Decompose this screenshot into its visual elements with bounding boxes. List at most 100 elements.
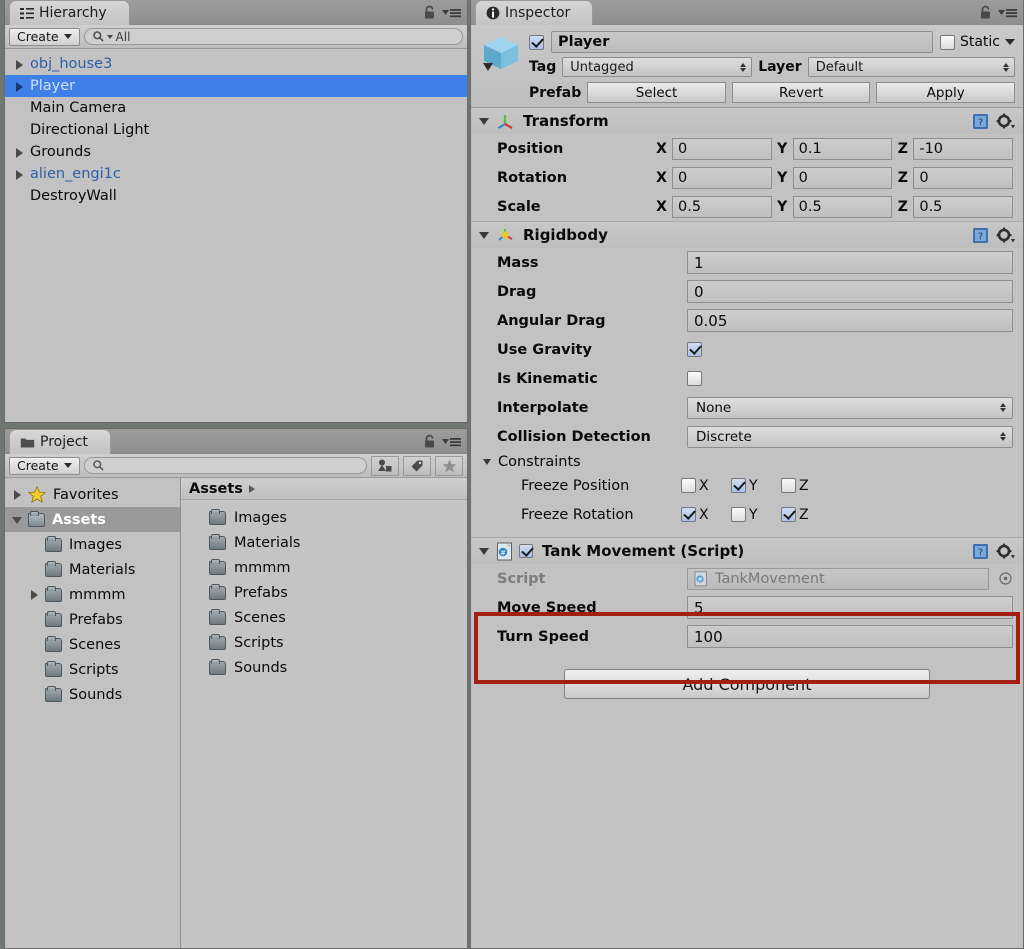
hierarchy-item[interactable]: Main Camera bbox=[5, 97, 467, 119]
foldout-icon[interactable] bbox=[483, 459, 491, 465]
foldout-icon[interactable] bbox=[479, 231, 489, 239]
freeze-rotation-z-checkbox[interactable] bbox=[781, 507, 796, 522]
rigidbody-field-dropdown[interactable]: None bbox=[687, 396, 1013, 419]
tab-project[interactable]: Project bbox=[9, 429, 111, 454]
disclosure-triangle-icon[interactable] bbox=[13, 168, 26, 181]
project-file-item[interactable]: Scenes bbox=[209, 605, 467, 630]
hierarchy-create-button[interactable]: Create bbox=[9, 27, 80, 46]
script-object-field[interactable]: # TankMovement bbox=[687, 567, 989, 590]
freeze-rotation-x-checkbox[interactable] bbox=[681, 507, 696, 522]
prefab-select-button[interactable]: Select bbox=[587, 82, 726, 103]
transform-x-input[interactable]: 0 bbox=[672, 137, 772, 160]
freeze-rotation-x[interactable]: X bbox=[681, 507, 731, 523]
hierarchy-item[interactable]: Grounds bbox=[5, 141, 467, 163]
transform-z-input[interactable]: 0 bbox=[913, 166, 1014, 189]
disclosure-triangle-icon[interactable] bbox=[11, 488, 24, 501]
freeze-position-x-checkbox[interactable] bbox=[681, 478, 696, 493]
disclosure-triangle-icon[interactable] bbox=[13, 80, 26, 93]
freeze-position-y[interactable]: Y bbox=[731, 478, 781, 494]
rigidbody-field-checkbox[interactable] bbox=[687, 342, 702, 357]
project-file-item[interactable]: Images bbox=[209, 505, 467, 530]
rigidbody-header[interactable]: Rigidbody ? bbox=[471, 222, 1023, 248]
rigidbody-field-input[interactable]: 1 bbox=[687, 251, 1013, 274]
panel-menu-icon[interactable] bbox=[998, 7, 1017, 19]
hierarchy-item[interactable]: Player bbox=[5, 75, 467, 97]
project-create-button[interactable]: Create bbox=[9, 456, 80, 475]
transform-z-input[interactable]: -10 bbox=[913, 137, 1014, 160]
gear-icon[interactable] bbox=[996, 543, 1015, 560]
filter-by-type-button[interactable] bbox=[371, 455, 399, 476]
script-field-input[interactable]: 100 bbox=[687, 625, 1013, 648]
rigidbody-field-input[interactable]: 0.05 bbox=[687, 309, 1013, 332]
transform-x-input[interactable]: 0 bbox=[672, 166, 772, 189]
filter-by-label-button[interactable] bbox=[403, 455, 431, 476]
project-tree-item[interactable]: Images bbox=[5, 532, 180, 557]
project-tree-item[interactable]: Materials bbox=[5, 557, 180, 582]
foldout-icon[interactable] bbox=[479, 547, 489, 555]
transform-header[interactable]: Transform ? bbox=[471, 108, 1023, 134]
gear-icon[interactable] bbox=[996, 227, 1015, 244]
freeze-position-z-checkbox[interactable] bbox=[781, 478, 796, 493]
favorites-button[interactable] bbox=[435, 455, 463, 476]
constraints-foldout[interactable]: Constraints bbox=[471, 451, 1023, 471]
transform-x-input[interactable]: 0.5 bbox=[672, 195, 772, 218]
project-tree-item[interactable]: Sounds bbox=[5, 682, 180, 707]
disclosure-triangle-icon[interactable] bbox=[13, 146, 26, 159]
static-dropdown-chevron-icon[interactable] bbox=[1005, 39, 1015, 45]
help-icon[interactable]: ? bbox=[972, 543, 989, 560]
lock-icon[interactable] bbox=[423, 5, 436, 20]
panel-menu-icon[interactable] bbox=[442, 7, 461, 19]
tank-movement-enabled-checkbox[interactable] bbox=[519, 544, 533, 558]
hierarchy-item[interactable]: alien_engi1c bbox=[5, 163, 467, 185]
project-file-item[interactable]: Materials bbox=[209, 530, 467, 555]
disclosure-triangle-icon[interactable] bbox=[13, 58, 26, 71]
breadcrumb-assets[interactable]: Assets bbox=[189, 481, 243, 497]
static-checkbox[interactable] bbox=[939, 34, 955, 50]
project-tree-item[interactable]: Scenes bbox=[5, 632, 180, 657]
freeze-rotation-z[interactable]: Z bbox=[781, 507, 831, 523]
freeze-rotation-y-checkbox[interactable] bbox=[731, 507, 746, 522]
rigidbody-field-dropdown[interactable]: Discrete bbox=[687, 425, 1013, 448]
freeze-position-z[interactable]: Z bbox=[781, 478, 831, 494]
help-icon[interactable]: ? bbox=[972, 113, 989, 130]
prefab-apply-button[interactable]: Apply bbox=[876, 82, 1016, 103]
hierarchy-item[interactable]: obj_house3 bbox=[5, 53, 467, 75]
script-field-input[interactable]: 5 bbox=[687, 596, 1013, 619]
disclosure-triangle-icon[interactable] bbox=[28, 588, 41, 601]
project-tree-item[interactable]: Assets bbox=[5, 507, 180, 532]
rigidbody-field-input[interactable]: 0 bbox=[687, 280, 1013, 303]
project-tree-item[interactable]: Scripts bbox=[5, 657, 180, 682]
help-icon[interactable]: ? bbox=[972, 227, 989, 244]
object-name-input[interactable]: Player bbox=[551, 31, 933, 53]
project-tree-item[interactable]: Favorites bbox=[5, 482, 180, 507]
tab-inspector[interactable]: Inspector bbox=[475, 0, 594, 25]
freeze-position-y-checkbox[interactable] bbox=[731, 478, 746, 493]
tag-dropdown[interactable]: Untagged bbox=[562, 57, 753, 77]
transform-y-input[interactable]: 0.5 bbox=[792, 195, 893, 218]
layer-dropdown[interactable]: Default bbox=[807, 57, 1015, 77]
object-picker-icon[interactable] bbox=[997, 571, 1013, 587]
static-toggle[interactable]: Static bbox=[939, 34, 1015, 50]
hierarchy-item[interactable]: DestroyWall bbox=[5, 185, 467, 207]
disclosure-triangle-icon[interactable] bbox=[11, 513, 24, 526]
tab-hierarchy[interactable]: Hierarchy bbox=[9, 0, 130, 25]
project-file-item[interactable]: mmmm bbox=[209, 555, 467, 580]
rigidbody-field-checkbox[interactable] bbox=[687, 371, 702, 386]
project-file-item[interactable]: Sounds bbox=[209, 655, 467, 680]
freeze-position-x[interactable]: X bbox=[681, 478, 731, 494]
panel-menu-icon[interactable] bbox=[442, 436, 461, 448]
foldout-icon[interactable] bbox=[479, 117, 489, 125]
gear-icon[interactable] bbox=[996, 113, 1015, 130]
project-file-item[interactable]: Prefabs bbox=[209, 580, 467, 605]
transform-y-input[interactable]: 0.1 bbox=[792, 137, 893, 160]
hierarchy-search-input[interactable]: All bbox=[83, 28, 463, 45]
hierarchy-item[interactable]: Directional Light bbox=[5, 119, 467, 141]
transform-y-input[interactable]: 0 bbox=[792, 166, 893, 189]
lock-icon[interactable] bbox=[423, 434, 436, 449]
tank-movement-header[interactable]: # Tank Movement (Script) ? bbox=[471, 538, 1023, 564]
project-tree-item[interactable]: Prefabs bbox=[5, 607, 180, 632]
project-file-item[interactable]: Scripts bbox=[209, 630, 467, 655]
prefab-revert-button[interactable]: Revert bbox=[731, 82, 871, 103]
freeze-rotation-y[interactable]: Y bbox=[731, 507, 781, 523]
object-enabled-checkbox[interactable] bbox=[529, 34, 544, 50]
